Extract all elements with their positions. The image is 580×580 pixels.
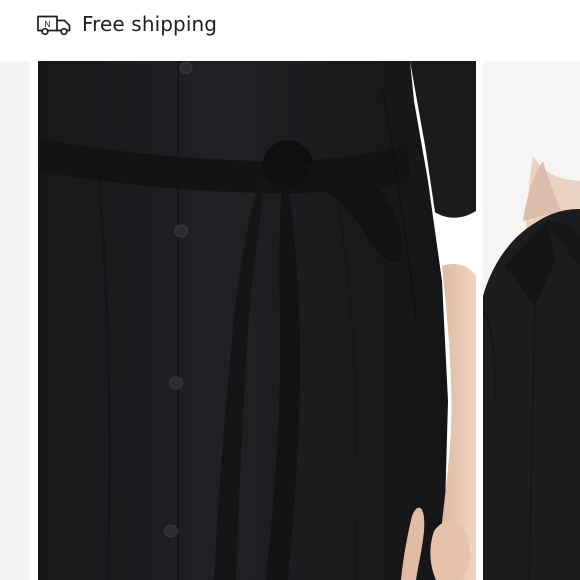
product-image-main[interactable] (38, 61, 476, 580)
free-shipping-banner: N Free shipping (36, 9, 217, 39)
product-image-carousel[interactable] (0, 61, 580, 580)
free-shipping-label: Free shipping (82, 12, 218, 36)
delivery-truck-icon: N (37, 15, 71, 36)
product-image-next[interactable] (483, 61, 580, 580)
dress-photo (38, 61, 476, 580)
previous-image-edge[interactable] (0, 61, 30, 580)
collar-photo (483, 61, 580, 580)
product-page: N Free shipping (0, 0, 580, 580)
truck-badge-letter: N (45, 20, 51, 29)
